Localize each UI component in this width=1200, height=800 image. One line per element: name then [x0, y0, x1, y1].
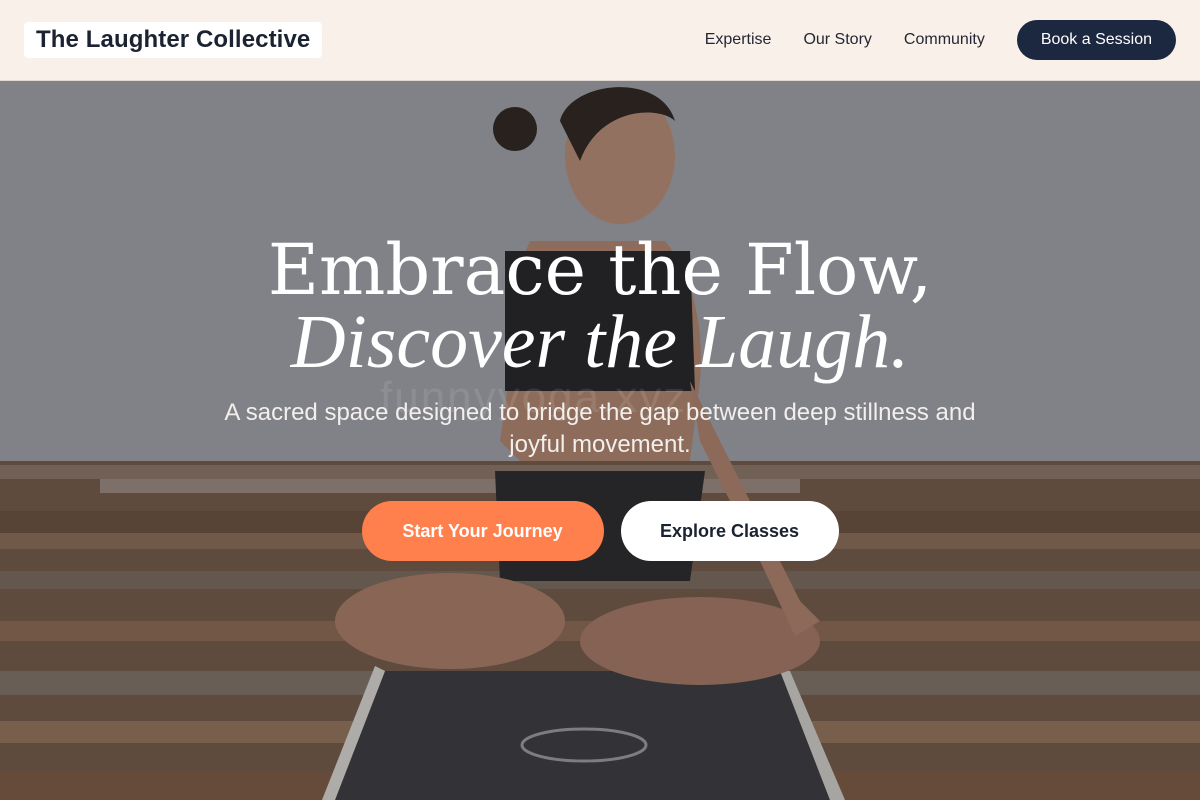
start-journey-button[interactable]: Start Your Journey	[361, 501, 604, 561]
hero-subtitle: A sacred space designed to bridge the ga…	[224, 399, 976, 458]
hero-headline-line-1: Embrace the Flow,	[267, 229, 933, 311]
site-header: The Laughter Collective Expertise Our St…	[0, 0, 1200, 81]
main-nav: Expertise Our Story Community Book a Ses…	[705, 20, 1176, 60]
nav-link-expertise[interactable]: Expertise	[705, 31, 772, 49]
hero-section: funnyyoga.xyz Embrace the Flow, Discover…	[0, 81, 1200, 800]
explore-classes-button[interactable]: Explore Classes	[620, 501, 839, 561]
nav-link-our-story[interactable]: Our Story	[803, 31, 871, 49]
hero-content: Embrace the Flow, Discover the Laugh. A …	[0, 231, 1200, 561]
nav-link-community[interactable]: Community	[904, 31, 985, 49]
brand-logo[interactable]: The Laughter Collective	[24, 22, 323, 58]
hero-cta-row: Start Your Journey Explore Classes	[0, 501, 1200, 561]
hero-headline-line-2: Discover the Laugh.	[290, 300, 910, 384]
book-session-button[interactable]: Book a Session	[1016, 20, 1176, 60]
